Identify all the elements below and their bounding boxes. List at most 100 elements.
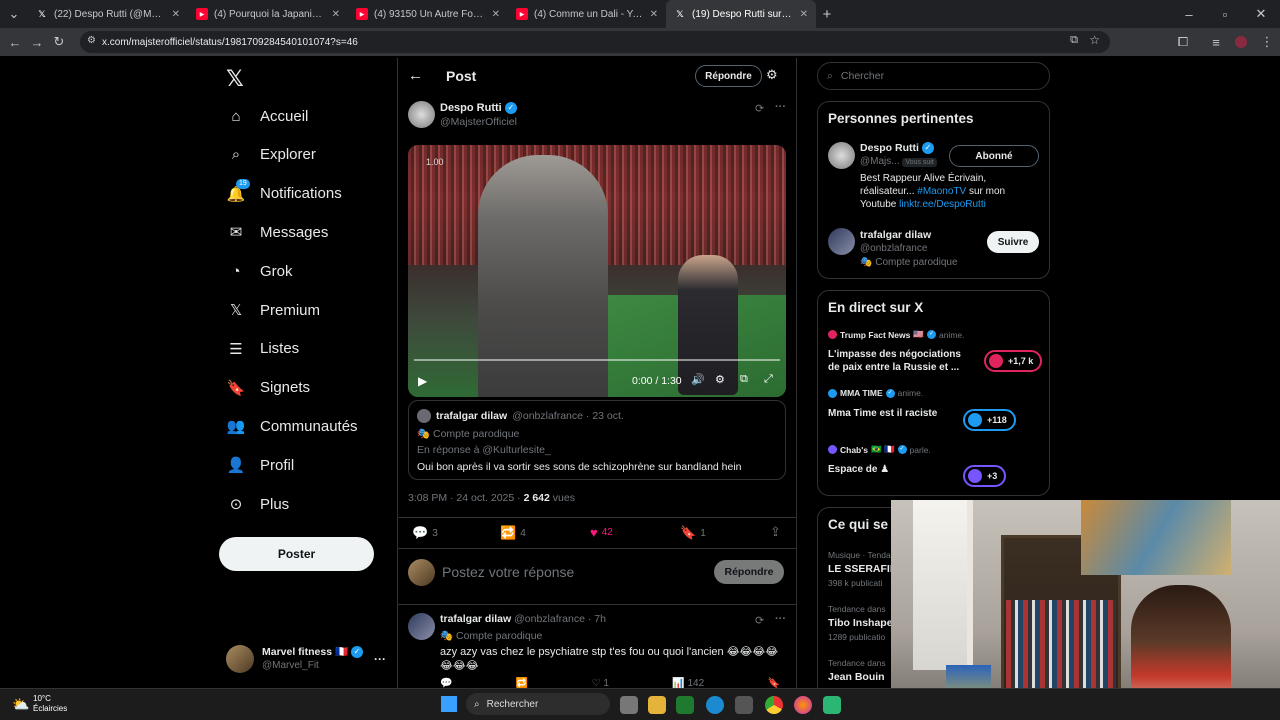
reload-icon[interactable]: ↻ <box>48 31 70 53</box>
url-field[interactable]: ⚙ x.com/majsterofficiel/status/198170928… <box>80 31 1110 53</box>
app-icon[interactable] <box>823 696 841 714</box>
person-name[interactable]: Despo Rutti <box>860 142 919 154</box>
account-switcher[interactable]: Marvel fitness 🇫🇷 ✓ @Marvel_Fit ··· <box>226 644 386 674</box>
more-dots-icon[interactable]: ··· <box>374 652 386 666</box>
forward-icon[interactable]: → <box>26 31 48 53</box>
nav-item-communities[interactable]: 👥 Communautés <box>226 411 358 441</box>
live-listeners-pill[interactable]: +3 <box>963 465 1007 487</box>
reading-list-icon[interactable]: ≡ <box>1205 31 1227 53</box>
grok-icon[interactable]: ⟳ <box>755 614 764 627</box>
reply-settings-icon[interactable]: ⚙ <box>766 67 778 83</box>
compose-reply-button[interactable]: Répondre <box>714 560 784 584</box>
avatar[interactable] <box>408 613 435 640</box>
live-host[interactable]: MMA TIME ✓ anime. <box>828 388 923 398</box>
nav-item-bell[interactable]: 🔔 19 Notifications <box>226 178 342 209</box>
close-tab-icon[interactable]: ✕ <box>332 9 340 20</box>
more-dots-icon[interactable]: ··· <box>775 613 786 625</box>
post-author-name[interactable]: Despo Rutti <box>440 102 502 114</box>
fullscreen-icon[interactable]: ⤢ <box>764 373 773 386</box>
post-button[interactable]: Poster <box>219 537 374 571</box>
browser-menu-icon[interactable]: ⋮ <box>1256 31 1278 53</box>
browser-tab[interactable]: 𝕏 (22) Despo Rutti (@MajsterOffic ✕ <box>28 0 188 28</box>
site-info-icon[interactable]: ⚙ <box>87 35 96 46</box>
profile-avatar-icon[interactable] <box>1235 36 1247 48</box>
live-listeners-pill[interactable]: +1,7 k <box>984 350 1043 372</box>
search-input[interactable]: ⌕ Chercher <box>817 62 1050 90</box>
browser-tab[interactable]: 𝕏 (19) Despo Rutti sur X : "https:/ ✕ <box>666 0 816 28</box>
chrome-icon[interactable] <box>765 696 783 714</box>
gamebar-icon[interactable] <box>676 696 694 714</box>
live-title[interactable]: Espace de ♟ <box>828 463 968 476</box>
host-action: parle. <box>909 444 931 455</box>
file-explorer-icon[interactable] <box>648 696 666 714</box>
close-window-button[interactable]: ✕ <box>1250 3 1272 25</box>
nav-item-list[interactable]: ☰ Listes <box>226 334 299 364</box>
live-listeners-pill[interactable]: +118 <box>963 409 1016 431</box>
quoted-post[interactable]: trafalgar dilaw @onbzlafrance · 23 oct. … <box>408 400 786 480</box>
live-host[interactable]: Trump Fact News 🇺🇸 ✓ anime. <box>828 329 965 340</box>
back-arrow-icon[interactable]: ← <box>408 67 423 84</box>
bio-link[interactable]: linktr.ee/DespoRutti <box>899 199 986 210</box>
follow-button[interactable]: Suivre <box>987 231 1039 253</box>
reply-action[interactable]: 💬 3 <box>412 525 438 541</box>
reply-handle-time[interactable]: @onbzlafrance · 7h <box>514 613 606 625</box>
post-author-handle[interactable]: @MajsterOfficiel <box>440 115 517 129</box>
close-tab-icon[interactable]: ✕ <box>492 9 500 20</box>
x-logo-icon[interactable]: 𝕏 <box>226 66 244 92</box>
nav-item-grok[interactable]: ◔ Grok <box>226 256 292 286</box>
firefox-icon[interactable] <box>794 696 812 714</box>
like-action[interactable]: ♥ 42 <box>590 525 613 540</box>
close-tab-icon[interactable]: ✕ <box>172 9 180 20</box>
settings-icon[interactable]: ⚙ <box>715 373 725 386</box>
live-title[interactable]: Mma Time est il raciste <box>828 407 968 420</box>
close-tab-icon[interactable]: ✕ <box>800 9 808 20</box>
avatar[interactable] <box>828 142 855 169</box>
bio-hashtag[interactable]: #MaonoTV <box>917 186 966 197</box>
video-player[interactable]: 1.00 ▶ 0:00 / 1:30 🔊 ⚙ ⧉ ⤢ <box>408 145 786 397</box>
taskbar-search[interactable]: ⌕ Rechercher <box>466 693 610 715</box>
nav-item-bookmark[interactable]: 🔖 Signets <box>226 373 310 403</box>
edge-icon[interactable] <box>706 696 724 714</box>
live-host[interactable]: Chab's 🇧🇷 🇫🇷 ✓ parle. <box>828 444 931 455</box>
repost-action[interactable]: 🔁 4 <box>500 525 526 541</box>
weather-icon[interactable]: ⛅ <box>12 696 29 713</box>
more-dots-icon[interactable]: ··· <box>775 101 786 113</box>
store-icon[interactable] <box>735 696 753 714</box>
nav-item-search[interactable]: ⌕ Explorer <box>226 140 316 170</box>
minimize-button[interactable]: – <box>1178 3 1200 25</box>
nav-item-x[interactable]: 𝕏 Premium <box>226 295 320 325</box>
avatar[interactable] <box>408 101 435 128</box>
tab-search-icon[interactable]: ⌄ <box>0 3 28 25</box>
following-button[interactable]: Abonné <box>949 145 1039 167</box>
avatar[interactable] <box>828 228 855 255</box>
task-view-icon[interactable] <box>620 696 638 714</box>
bookmark-action[interactable]: 🔖 1 <box>680 525 706 541</box>
video-progress-track[interactable] <box>414 359 780 361</box>
browser-tab[interactable]: ▶ (4) Pourquoi la Japanimation va ✕ <box>188 0 348 28</box>
reply-input[interactable]: Postez votre réponse <box>442 564 574 580</box>
start-windows-icon[interactable] <box>441 696 457 712</box>
new-tab-button[interactable]: + <box>816 3 838 25</box>
post-timestamp[interactable]: 3:08 PM · 24 oct. 2025 · <box>408 492 524 504</box>
browser-tab[interactable]: ▶ (4) 93150 Un Autre Football Ep ✕ <box>348 0 508 28</box>
browser-tab[interactable]: ▶ (4) Comme un Dali - YouTube ✕ <box>508 0 666 28</box>
picture-in-picture-icon[interactable]: ⧉ <box>740 373 748 386</box>
back-icon[interactable]: ← <box>4 31 26 53</box>
grok-icon[interactable]: ⟳ <box>755 102 764 115</box>
nav-item-mail[interactable]: ✉ Messages <box>226 217 329 247</box>
nav-item-more[interactable]: ⊙ Plus <box>226 489 289 519</box>
restore-button[interactable]: ▫ <box>1214 3 1236 25</box>
live-title[interactable]: L'impasse des négociations de paix entre… <box>828 348 968 374</box>
play-icon[interactable]: ▶ <box>418 374 427 388</box>
volume-icon[interactable]: 🔊 <box>691 373 705 386</box>
install-app-icon[interactable]: ⧉ <box>1070 34 1078 47</box>
reply-header-button[interactable]: Répondre <box>695 65 762 87</box>
nav-item-profile[interactable]: 👤 Profil <box>226 450 295 480</box>
share-icon[interactable]: ⇪ <box>770 524 781 540</box>
nav-item-home[interactable]: ⌂ Accueil <box>226 101 308 131</box>
person-name[interactable]: trafalgar dilaw <box>860 228 958 242</box>
bookmark-star-icon[interactable]: ☆ <box>1089 33 1100 47</box>
close-tab-icon[interactable]: ✕ <box>650 9 658 20</box>
extensions-icon[interactable]: ⧠ <box>1172 31 1194 53</box>
reply-author[interactable]: trafalgar dilaw <box>440 613 511 625</box>
